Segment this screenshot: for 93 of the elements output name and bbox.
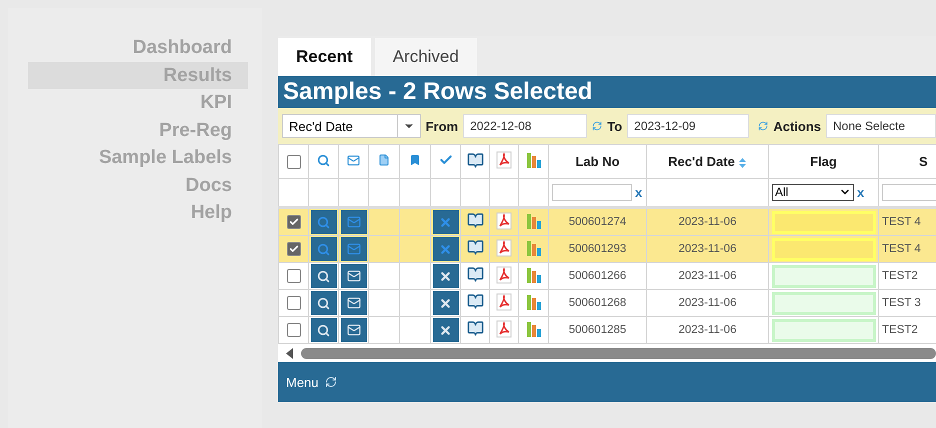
check-icon xyxy=(438,153,452,167)
close-icon xyxy=(439,242,452,256)
search-icon xyxy=(317,216,330,228)
document-icon xyxy=(378,154,390,166)
bookmark-icon xyxy=(409,154,421,166)
mail-button[interactable] xyxy=(340,318,366,342)
filter-field[interactable] xyxy=(552,184,632,201)
search-button[interactable] xyxy=(310,264,336,288)
pdf-icon xyxy=(496,151,512,169)
clear-filter-button[interactable]: x xyxy=(635,184,642,200)
sort-icon[interactable] xyxy=(738,156,747,169)
table-cell: 500601293 xyxy=(568,243,626,255)
table-cell: TEST2 xyxy=(882,270,918,282)
to-label: To xyxy=(607,118,622,134)
book-icon xyxy=(466,152,484,168)
bar-chart-icon[interactable] xyxy=(526,238,542,256)
book-icon[interactable] xyxy=(466,320,484,337)
from-date-field[interactable]: 2022-12-08 xyxy=(463,114,588,138)
select-all-checkbox[interactable] xyxy=(286,155,300,170)
mail-icon xyxy=(346,323,360,337)
table-cell: 2023-11-06 xyxy=(678,270,736,282)
pdf-icon[interactable] xyxy=(496,292,512,310)
bar-chart-icon[interactable] xyxy=(526,266,542,284)
mail-icon xyxy=(346,269,360,283)
mail-icon xyxy=(346,296,360,310)
refresh-icon[interactable] xyxy=(324,376,337,388)
search-icon xyxy=(317,270,330,282)
column-header[interactable]: Flag xyxy=(810,154,837,169)
column-header[interactable]: S xyxy=(919,154,928,169)
table-cell: TEST2 xyxy=(882,324,918,336)
tab[interactable]: Archived xyxy=(374,38,477,76)
pdf-icon[interactable] xyxy=(496,238,512,256)
mail-icon xyxy=(346,215,360,229)
scroll-left-icon[interactable] xyxy=(286,348,293,358)
row-checkbox[interactable] xyxy=(286,242,300,256)
book-icon[interactable] xyxy=(466,293,484,310)
table-cell: 2023-11-06 xyxy=(678,216,736,228)
row-checkbox[interactable] xyxy=(286,269,300,283)
to-date-field[interactable]: 2023-12-09 xyxy=(627,114,750,138)
table-cell: 2023-11-06 xyxy=(678,297,736,309)
close-icon xyxy=(439,270,452,282)
tab[interactable]: Recent xyxy=(278,38,371,76)
actions-label: Actions xyxy=(773,118,821,134)
actions-select[interactable]: None Selecte xyxy=(826,114,936,138)
check-icon xyxy=(288,217,298,227)
mail-button[interactable] xyxy=(340,264,366,288)
clear-filter-button[interactable]: x xyxy=(857,184,864,200)
book-icon[interactable] xyxy=(466,266,484,283)
search-icon xyxy=(317,154,330,166)
close-icon xyxy=(439,216,452,228)
table-cell: 2023-11-06 xyxy=(678,324,736,336)
table-cell: TEST 4 xyxy=(882,243,921,255)
table-cell: 500601266 xyxy=(568,270,626,282)
delete-button[interactable] xyxy=(432,264,458,288)
row-checkbox[interactable] xyxy=(286,296,300,310)
table-cell: 500601285 xyxy=(568,324,626,336)
table-cell: 500601268 xyxy=(568,297,626,309)
bar-chart-icon[interactable] xyxy=(526,320,542,338)
search-icon xyxy=(317,324,330,336)
table-cell: TEST 4 xyxy=(882,216,921,228)
date-field-select[interactable]: Rec'd Date xyxy=(282,114,421,138)
check-icon xyxy=(288,244,298,254)
mail-button[interactable] xyxy=(340,291,366,315)
book-icon[interactable] xyxy=(466,212,484,229)
delete-button[interactable] xyxy=(432,291,458,315)
menu-link[interactable]: Menu xyxy=(286,374,319,390)
pdf-icon[interactable] xyxy=(496,320,512,338)
flag-filter-select[interactable]: All xyxy=(772,184,854,201)
from-label: From xyxy=(426,118,458,134)
book-icon[interactable] xyxy=(466,239,484,256)
pdf-icon[interactable] xyxy=(496,212,512,230)
close-icon xyxy=(439,296,452,310)
search-icon xyxy=(317,296,330,310)
refresh-icon[interactable] xyxy=(592,120,602,132)
mail-icon xyxy=(347,154,360,166)
close-icon xyxy=(439,324,452,336)
table-cell: TEST 3 xyxy=(882,297,921,309)
table-cell: 500601274 xyxy=(568,216,626,228)
bar-chart-icon[interactable] xyxy=(526,292,542,310)
pdf-icon[interactable] xyxy=(496,266,512,284)
row-checkbox[interactable] xyxy=(286,323,300,337)
refresh-icon[interactable] xyxy=(758,120,768,132)
row-checkbox[interactable] xyxy=(286,215,300,229)
bar-chart-icon xyxy=(526,151,542,169)
search-button[interactable] xyxy=(310,291,336,315)
delete-button[interactable] xyxy=(432,318,458,342)
bar-chart-icon[interactable] xyxy=(526,212,542,230)
mail-icon xyxy=(346,242,360,256)
table-cell: 2023-11-06 xyxy=(678,243,736,255)
search-button[interactable] xyxy=(310,318,336,342)
scrollbar-thumb[interactable] xyxy=(301,348,936,358)
panel-title: Samples - 2 Rows Selected xyxy=(278,76,936,108)
search-icon xyxy=(317,242,330,256)
